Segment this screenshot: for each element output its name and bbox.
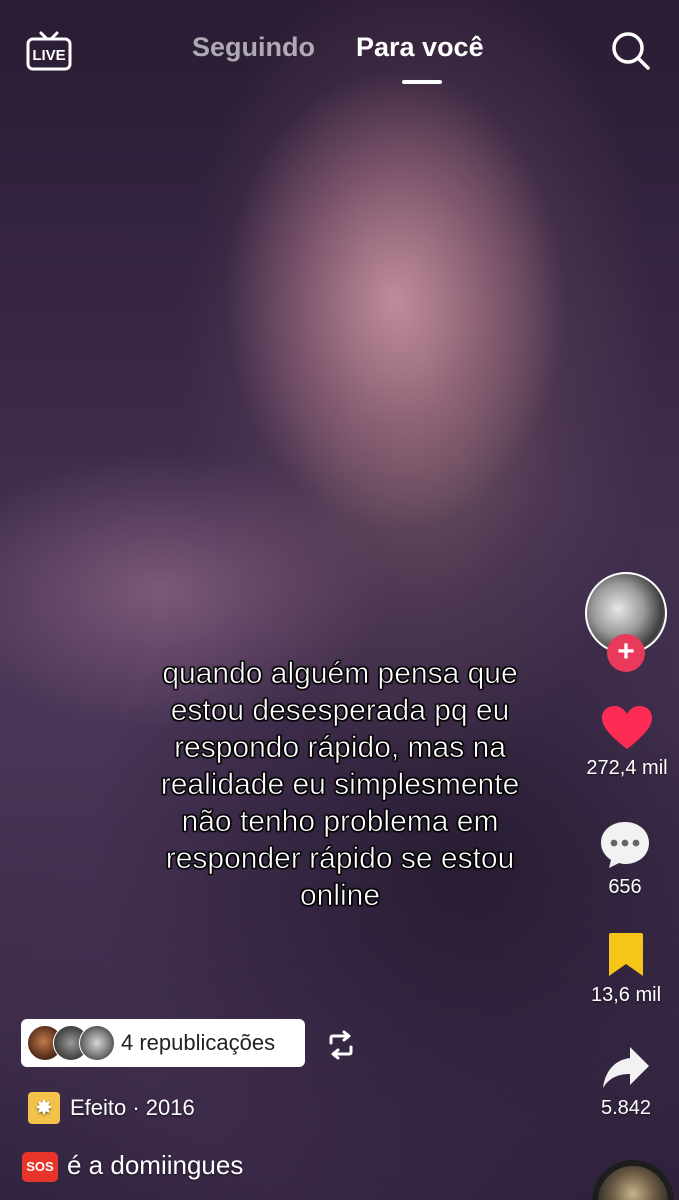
reposts-label: 4 republicações [121, 1030, 276, 1055]
creator-username[interactable]: é a domiingues [67, 1150, 243, 1181]
repost-avatar [79, 1025, 115, 1061]
like-count: 272,4 mil [586, 757, 668, 779]
save-count: 13,6 mil [590, 984, 662, 1006]
save-button[interactable]: 13,6 mil [571, 932, 679, 1007]
tab-following[interactable]: Seguindo [192, 32, 315, 63]
active-tab-indicator [402, 80, 442, 84]
effect-label: Efeito · 2016 [70, 1095, 195, 1120]
creator-avatar-group: + [585, 572, 667, 672]
video-feed-screen[interactable]: LIVE Seguindo Para você quando alguém pe… [0, 0, 679, 1200]
repost-icon[interactable] [326, 1030, 356, 1060]
share-count: 5.842 [600, 1097, 652, 1119]
sparkle-effect-icon: ✸ [28, 1092, 60, 1124]
comment-button[interactable]: 656 [570, 820, 679, 899]
reposts-chip[interactable]: 4 republicações [21, 1019, 305, 1067]
heart-icon [602, 706, 652, 749]
video-caption: quando alguém pensa que estou desesperad… [160, 657, 520, 913]
live-tv-icon[interactable]: LIVE [26, 30, 72, 72]
bookmark-icon [609, 933, 643, 976]
repost-avatars [27, 1025, 117, 1061]
share-arrow-icon [603, 1047, 649, 1088]
like-button[interactable]: 272,4 mil [572, 705, 679, 780]
share-button[interactable]: 5.842 [571, 1045, 679, 1120]
comment-count: 656 [608, 876, 642, 898]
music-disc[interactable] [592, 1160, 674, 1200]
search-icon[interactable] [610, 30, 652, 72]
follow-button[interactable]: + [607, 634, 645, 672]
comment-bubble-icon [601, 822, 649, 868]
tab-for-you[interactable]: Para você [356, 32, 484, 63]
sos-emoji-badge: SOS [22, 1152, 58, 1182]
live-label: LIVE [32, 47, 65, 64]
